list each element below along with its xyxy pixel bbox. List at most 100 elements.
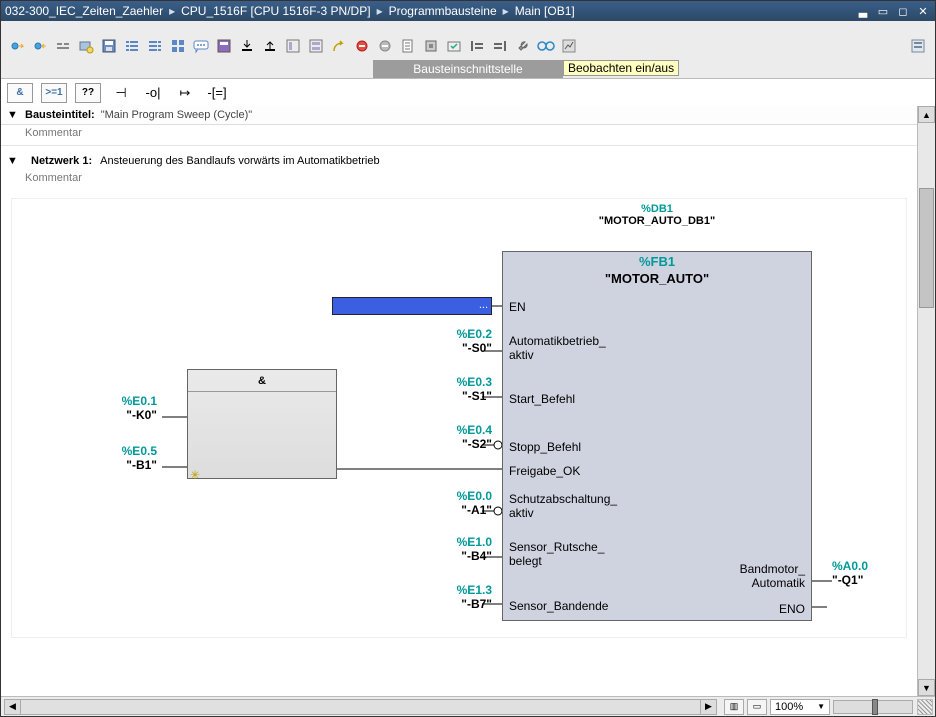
tb-chart-icon[interactable]: [558, 35, 580, 57]
breadcrumb: 032-300_IEC_Zeiten_Zaehler ▸ CPU_1516F […: [5, 4, 855, 18]
op-eq[interactable]: -[=]: [205, 83, 229, 103]
p7-addr: %E1.3: [437, 583, 492, 597]
tb-props-icon[interactable]: [907, 35, 929, 57]
ellipsis-icon[interactable]: ...: [479, 299, 488, 311]
tb-monitor-icon[interactable]: [535, 35, 557, 57]
tb-view2-icon[interactable]: [305, 35, 327, 57]
tb-grid-icon[interactable]: [167, 35, 189, 57]
collapse-icon[interactable]: ▼: [7, 109, 19, 121]
resize-grip[interactable]: [917, 699, 933, 715]
scroll-right-icon[interactable]: ▶: [700, 700, 716, 714]
maximize-button[interactable]: ◻: [895, 4, 911, 18]
scroll-up-icon[interactable]: ▲: [918, 106, 935, 123]
tb-list-left-icon[interactable]: [121, 35, 143, 57]
crumb-0: 032-300_IEC_Zeiten_Zaehler: [5, 4, 163, 18]
scroll-down-icon[interactable]: ▼: [918, 679, 935, 696]
port-bm2: Automatik: [752, 576, 805, 590]
op-box[interactable]: ??: [75, 83, 101, 103]
fb-block[interactable]: %FB1 "MOTOR_AUTO" EN Automatikbetrieb_ak…: [502, 251, 812, 621]
chevron-down-icon: ▼: [817, 702, 825, 711]
tb-goto-icon[interactable]: [328, 35, 350, 57]
p1-addr: %E0.2: [437, 327, 492, 341]
tb-doc-icon[interactable]: [397, 35, 419, 57]
block-comment[interactable]: Kommentar: [1, 125, 917, 146]
tb-chip-icon[interactable]: [420, 35, 442, 57]
block-title-row[interactable]: ▼ Bausteintitel: "Main Program Sweep (Cy…: [1, 106, 917, 125]
view-mode-button[interactable]: ▭: [747, 699, 767, 715]
p6-sym: "-B4": [437, 549, 492, 563]
tb-indent1-icon[interactable]: [466, 35, 488, 57]
minimize-button[interactable]: ▃: [855, 4, 871, 18]
scroll-left-icon[interactable]: ◀: [5, 700, 21, 714]
p3-sym: "-S2": [437, 437, 492, 451]
crumb-1: CPU_1516F [CPU 1516F-3 PN/DP]: [181, 4, 370, 18]
tb-step-out-icon[interactable]: [29, 35, 51, 57]
toolbar-area: Bausteinschnittstelle Beobachten ein/aus: [1, 21, 935, 79]
out-sym: "-Q1": [832, 573, 887, 587]
tb-comment-icon[interactable]: [190, 35, 212, 57]
tb-stop-red-icon[interactable]: [351, 35, 373, 57]
close-button[interactable]: ✕: [915, 4, 931, 18]
zoom-select[interactable]: 100%▼: [770, 699, 830, 715]
tb-check-icon[interactable]: [443, 35, 465, 57]
tb-indent2-icon[interactable]: [489, 35, 511, 57]
status-bar: ◀ ▶ ▥ ▭ 100%▼: [1, 696, 935, 716]
p1-sym: "-S0": [437, 341, 492, 355]
tb-view1-icon[interactable]: [282, 35, 304, 57]
op-or[interactable]: >=1: [41, 83, 67, 103]
p5-sym: "-A1": [437, 503, 492, 517]
crumb-3: Main [OB1]: [515, 4, 575, 18]
tb-3-icon[interactable]: [52, 35, 74, 57]
db-name: "MOTOR_AUTO_DB1": [502, 215, 812, 227]
crumb-2: Programmbausteine: [389, 4, 497, 18]
port-auto1: Automatikbetrieb_: [509, 334, 606, 348]
tb-list-right-icon[interactable]: [144, 35, 166, 57]
title-bar: 032-300_IEC_Zeiten_Zaehler ▸ CPU_1516F […: [1, 1, 935, 21]
tb-step-in-icon[interactable]: [6, 35, 28, 57]
editor-content: ▼ Bausteintitel: "Main Program Sweep (Cy…: [1, 106, 917, 696]
op-branch[interactable]: ↦: [173, 83, 197, 103]
horizontal-scrollbar[interactable]: ◀ ▶: [4, 699, 717, 715]
tb-stop-gray-icon[interactable]: [374, 35, 396, 57]
op-assign[interactable]: ⊣: [109, 83, 133, 103]
port-freigabe: Freigabe_OK: [509, 464, 580, 478]
port-bandende: Sensor_Bandende: [509, 599, 608, 613]
port-rutsche2: belegt: [509, 554, 542, 568]
and-in1-addr: %E0.5: [102, 444, 157, 458]
tb-wrench-icon[interactable]: [512, 35, 534, 57]
en-input-field[interactable]: ...: [332, 297, 492, 315]
scroll-thumb[interactable]: [919, 188, 934, 308]
fbd-canvas[interactable]: %DB1 "MOTOR_AUTO_DB1" & %E0.1 "-K0" %E0.…: [11, 198, 907, 638]
zoom-slider[interactable]: [833, 700, 913, 714]
interface-label[interactable]: Bausteinschnittstelle: [373, 60, 563, 78]
and-block[interactable]: &: [187, 369, 337, 479]
scroll-track[interactable]: [918, 123, 935, 679]
restore-button[interactable]: ▭: [875, 4, 891, 18]
collapse-icon[interactable]: ▼: [7, 155, 19, 167]
tb-download-icon[interactable]: [236, 35, 258, 57]
tb-upload-icon[interactable]: [259, 35, 281, 57]
network-header[interactable]: ▼ Netzwerk 1: Ansteuerung des Bandlaufs …: [1, 152, 917, 170]
fb-addr: %FB1: [503, 252, 811, 269]
tb-block-icon[interactable]: [213, 35, 235, 57]
port-auto2: aktiv: [509, 348, 534, 362]
network-label: Netzwerk 1:: [31, 155, 92, 167]
tb-4-icon[interactable]: [75, 35, 97, 57]
warning-icon: ✳: [190, 468, 200, 482]
op-neg[interactable]: -o|: [141, 83, 165, 103]
op-and[interactable]: &: [7, 83, 33, 103]
db-label: %DB1 "MOTOR_AUTO_DB1": [502, 203, 812, 227]
port-bm1: Bandmotor_: [740, 562, 805, 576]
view-split-button[interactable]: ▥: [724, 699, 744, 715]
monitor-tooltip: Beobachten ein/aus: [563, 60, 679, 76]
zoom-controls: ▥ ▭ 100%▼: [720, 699, 917, 715]
fb-name: "MOTOR_AUTO": [503, 269, 811, 292]
p2-addr: %E0.3: [437, 375, 492, 389]
block-title-label: Bausteintitel:: [25, 109, 95, 121]
out-addr: %A0.0: [832, 559, 887, 573]
vertical-scrollbar[interactable]: ▲ ▼: [917, 106, 935, 696]
network-desc: Ansteuerung des Bandlaufs vorwärts im Au…: [100, 155, 379, 167]
and-in1-sym: "-B1": [102, 458, 157, 472]
tb-save-icon[interactable]: [98, 35, 120, 57]
network-comment[interactable]: Kommentar: [1, 170, 917, 190]
